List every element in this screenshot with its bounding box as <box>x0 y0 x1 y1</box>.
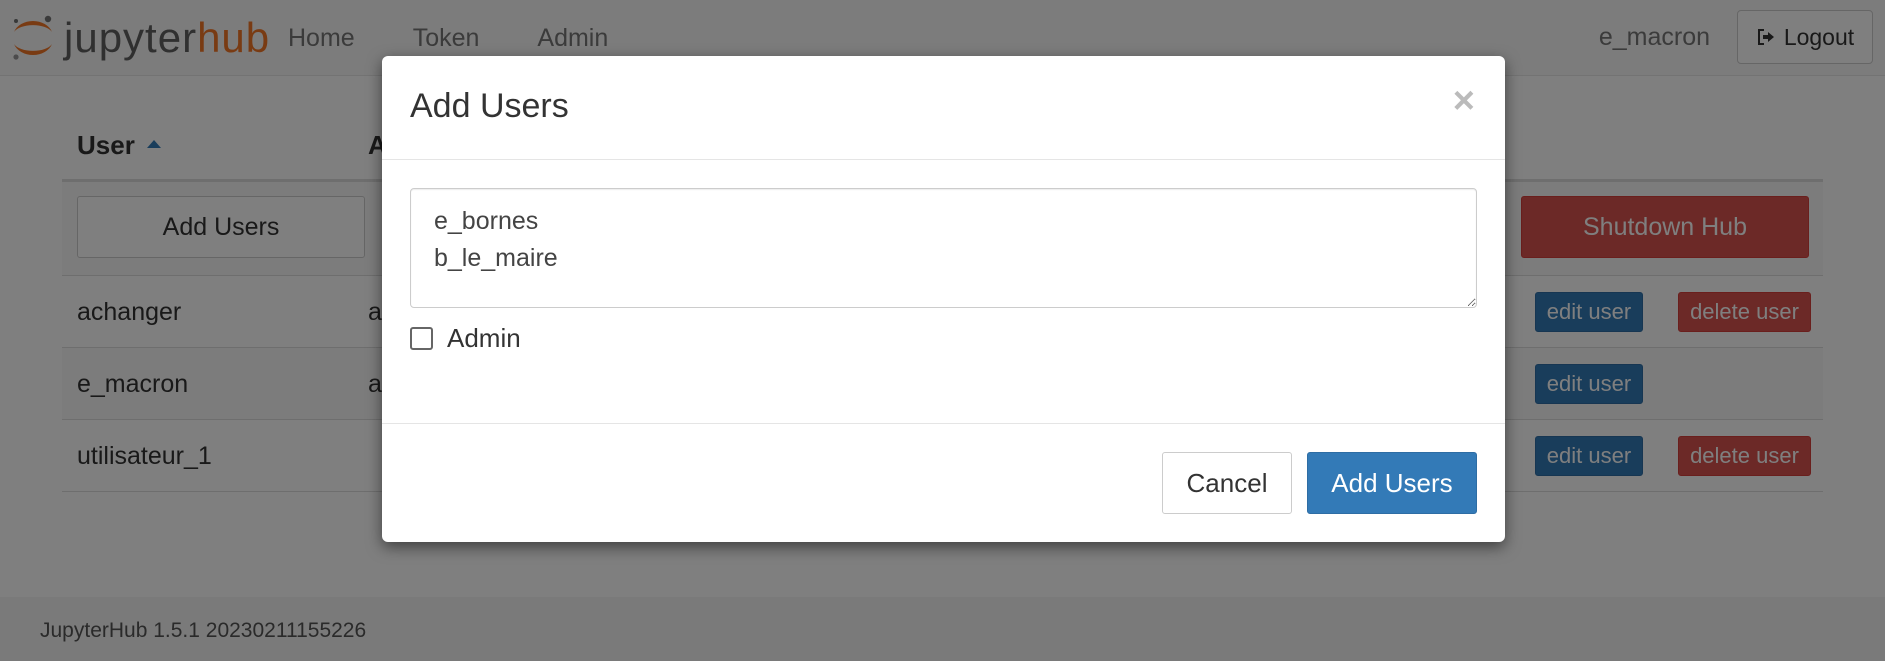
admin-checkbox[interactable] <box>410 327 433 350</box>
dialog-footer: Cancel Add Users <box>382 424 1505 542</box>
dialog-body: Admin <box>382 160 1505 424</box>
admin-checkbox-row[interactable]: Admin <box>410 323 521 354</box>
cancel-button[interactable]: Cancel <box>1162 452 1292 514</box>
dialog-title: Add Users <box>410 87 569 125</box>
add-users-dialog: Add Users × Admin Cancel Add Users <box>382 56 1505 542</box>
close-icon[interactable]: × <box>1453 82 1475 120</box>
usernames-textarea[interactable] <box>410 188 1477 308</box>
add-users-submit-button[interactable]: Add Users <box>1307 452 1477 514</box>
admin-checkbox-label: Admin <box>447 323 521 353</box>
dialog-header: Add Users × <box>382 56 1505 160</box>
